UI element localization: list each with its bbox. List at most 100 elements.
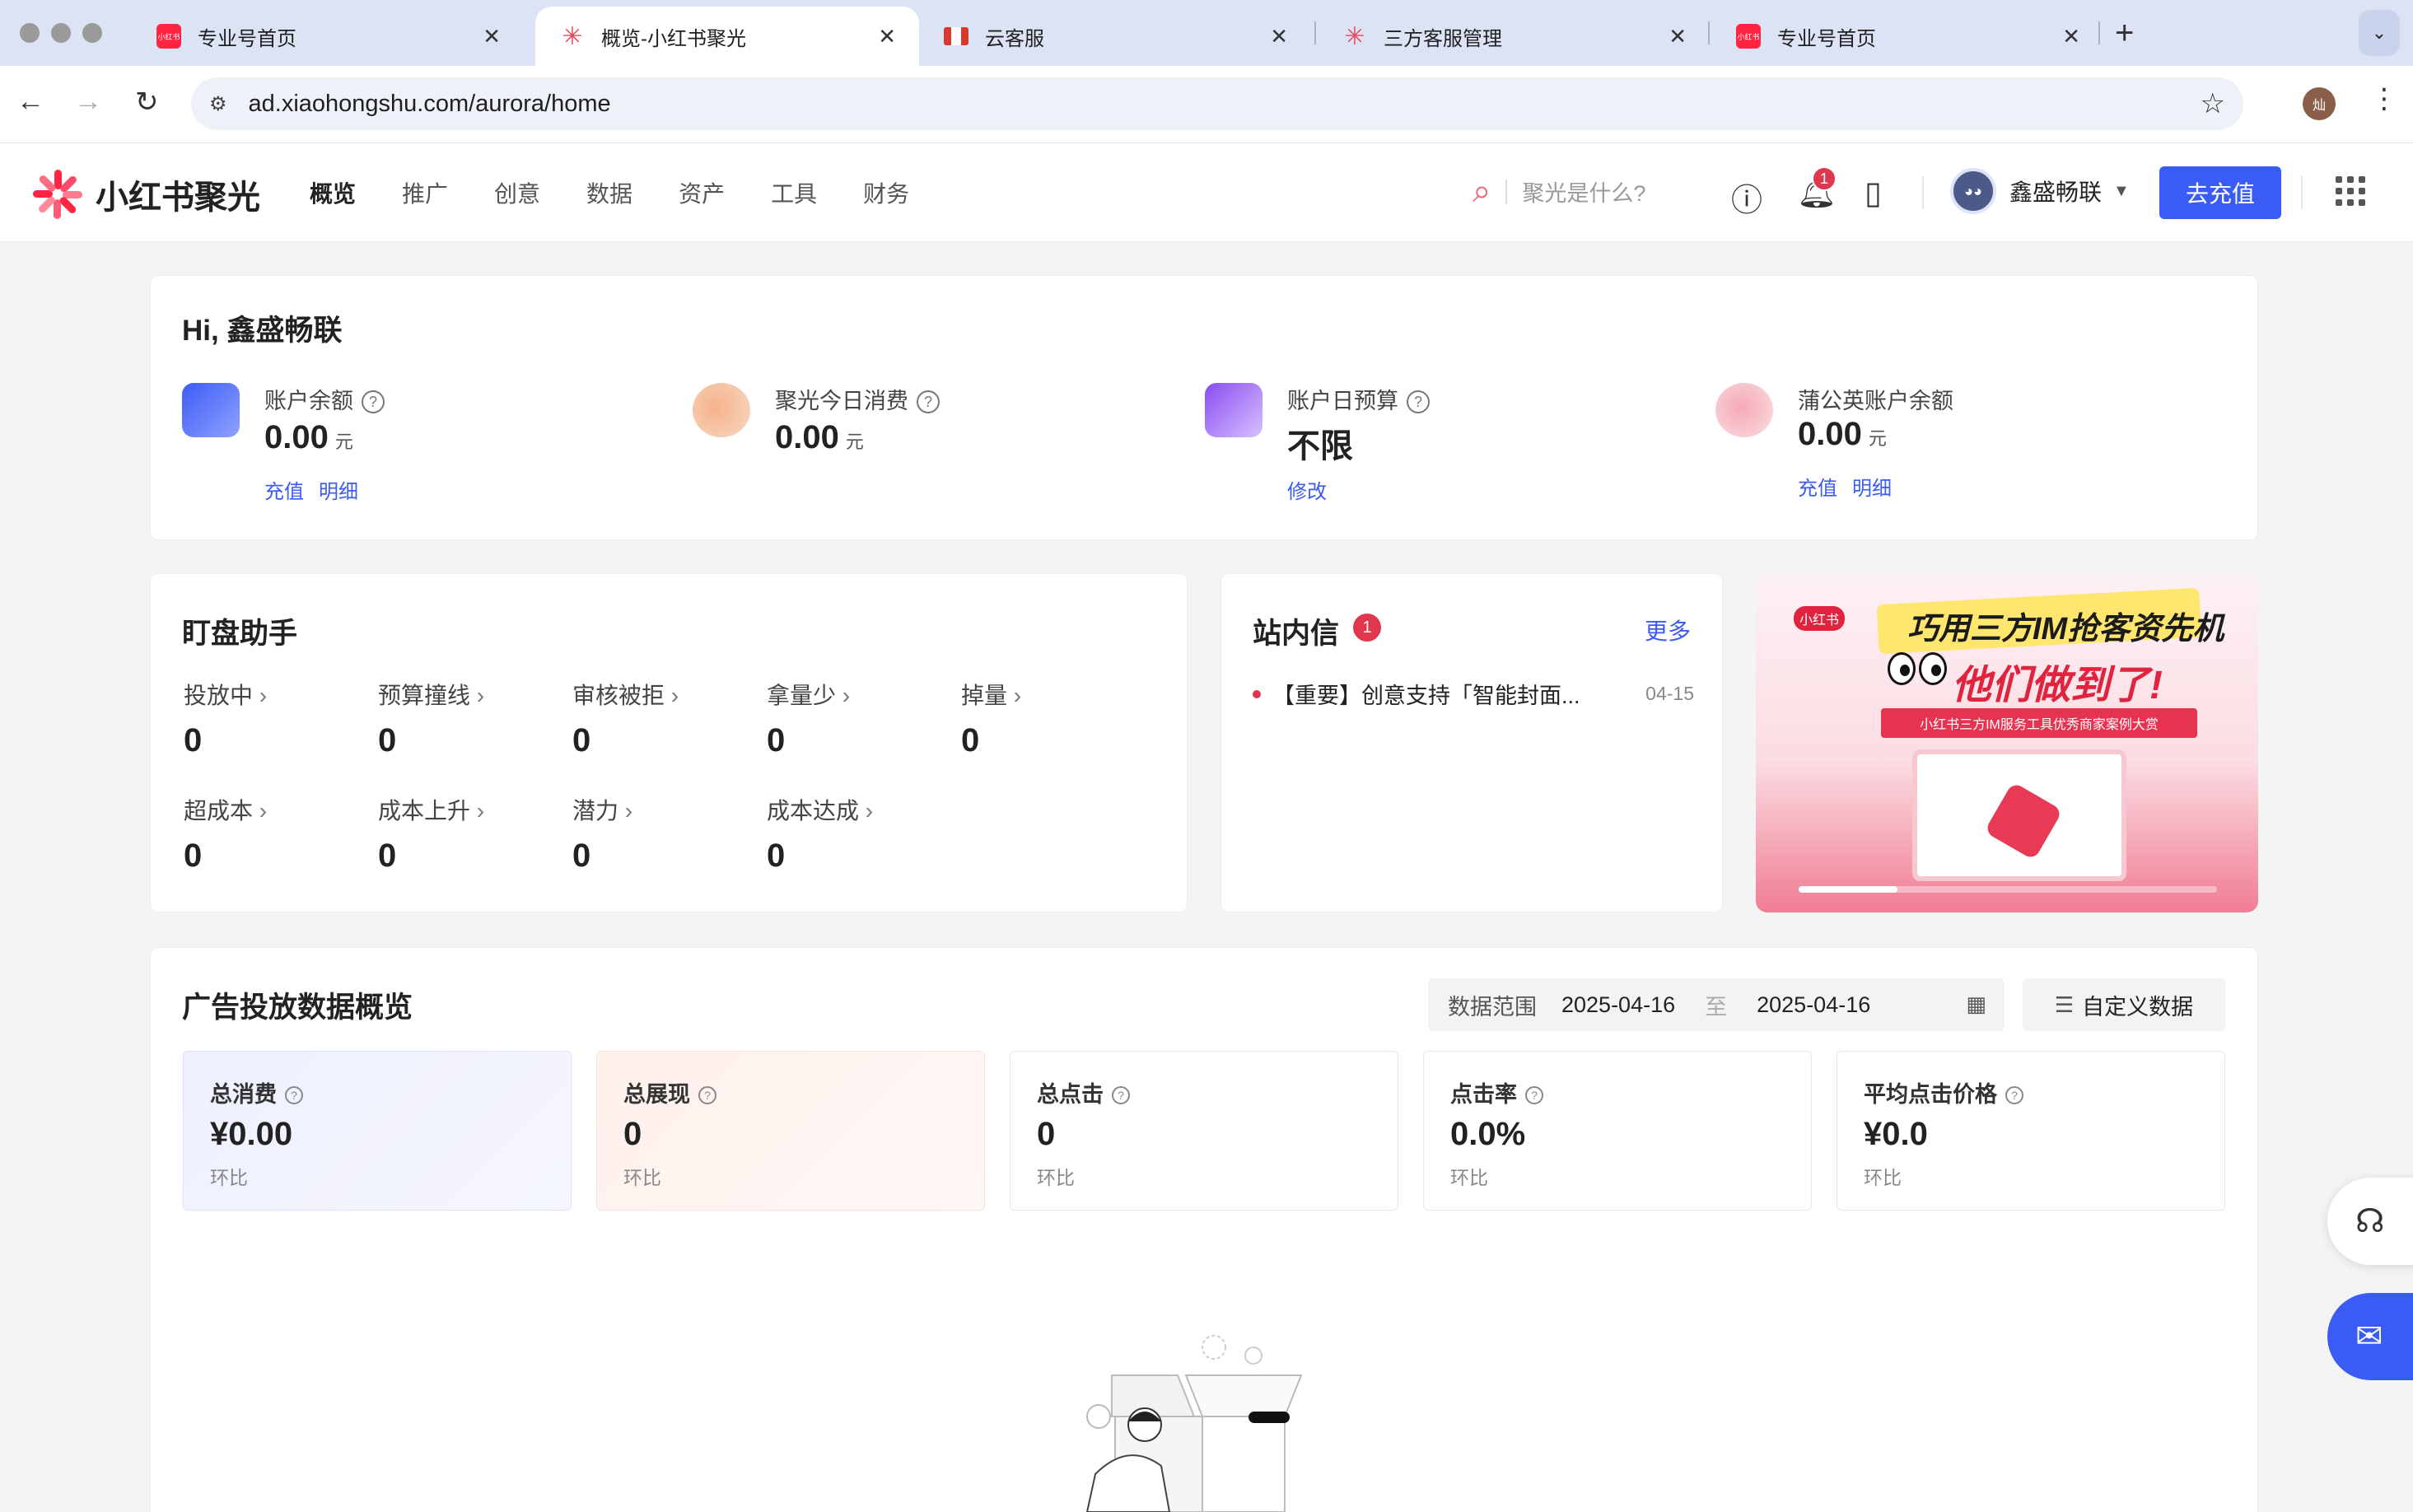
stat-label[interactable]: 成本达成 (767, 793, 948, 826)
new-tab-button[interactable]: + (2115, 15, 2134, 52)
stat-potential[interactable]: 潜力 0 (572, 793, 754, 875)
tab-title: 概览-小红书聚光 (601, 27, 746, 50)
stat-cost-achieved[interactable]: 成本达成 0 (767, 793, 948, 875)
window-zoom-button[interactable] (82, 23, 102, 43)
stat-low-volume[interactable]: 拿量少 0 (767, 678, 948, 759)
close-icon[interactable]: ✕ (1669, 24, 1687, 49)
stat-review-rejected[interactable]: 审核被拒 0 (572, 678, 754, 759)
stat-label[interactable]: 预算撞线 (378, 678, 559, 711)
help-circle-icon[interactable]: ? (285, 1086, 303, 1104)
window-minimize-button[interactable] (51, 23, 71, 43)
help-circle-icon[interactable]: ? (1525, 1086, 1543, 1104)
browser-tab[interactable]: ✳ 三方客服管理 ✕ (1318, 7, 1710, 66)
site-settings-icon[interactable]: ⚙ (209, 92, 227, 116)
calendar-icon[interactable]: ▦ (1966, 992, 1986, 1017)
help-circle-icon[interactable]: ? (1112, 1086, 1130, 1104)
nav-data[interactable]: 数据 (586, 176, 632, 209)
edit-budget-link[interactable]: 修改 (1287, 481, 1327, 503)
tab-search-button[interactable]: ⌄ (2359, 10, 2400, 56)
help-circle-icon[interactable]: ? (698, 1086, 716, 1104)
brand-logo[interactable]: 小红书聚光 (31, 168, 260, 221)
browser-menu-icon[interactable]: ⋮ (2370, 82, 2398, 115)
help-circle-icon[interactable]: ? (2005, 1086, 2023, 1104)
more-link[interactable]: 更多 (1645, 614, 1691, 646)
metric-label: 聚光今日消费 (775, 389, 908, 413)
range-separator: 至 (1705, 994, 1728, 1020)
message-title[interactable]: 【重要】创意支持「智能封面... (1272, 678, 1629, 710)
date-range-picker[interactable]: 数据范围 2025-04-16 至 2025-04-16 ▦ (1428, 978, 2005, 1031)
stat-budget-cap[interactable]: 预算撞线 0 (378, 678, 559, 759)
url-text[interactable]: ad.xiaohongshu.com/aurora/home (249, 91, 611, 118)
kpi-total-impressions[interactable]: 总展现? 0 环比 (596, 1051, 985, 1211)
kpi-ctr[interactable]: 点击率? 0.0% 环比 (1423, 1051, 1812, 1211)
stat-label[interactable]: 超成本 (184, 793, 365, 826)
start-date[interactable]: 2025-04-16 (1561, 992, 1675, 1018)
nav-finance[interactable]: 财务 (863, 176, 909, 209)
user-menu[interactable]: ◕◕ 鑫盛畅联 ▼ (1950, 168, 2130, 214)
stat-label[interactable]: 审核被拒 (572, 678, 754, 711)
detail-link[interactable]: 明细 (319, 481, 358, 503)
arrow-right-icon: → (74, 86, 102, 117)
arrow-left-icon: ← (16, 86, 44, 117)
brand-name: 小红书聚光 (96, 180, 260, 216)
kpi-total-spend[interactable]: 总消费? ¥0.00 环比 (183, 1051, 572, 1211)
stat-value: 0 (767, 722, 786, 758)
reload-button[interactable]: ↻ (135, 86, 159, 119)
close-icon[interactable]: ✕ (2062, 24, 2080, 49)
custom-data-label: 自定义数据 (2082, 994, 2194, 1020)
kpi-compare: 环比 (1450, 1167, 1488, 1188)
detail-link[interactable]: 明细 (1852, 478, 1892, 500)
kpi-avg-cpc[interactable]: 平均点击价格? ¥0.0 环比 (1837, 1051, 2225, 1211)
banner-tagline: 小红书三方IM服务工具优秀商家案例大赏 (1881, 708, 2197, 738)
browser-tab[interactable]: 小红书 专业号首页 ✕ (132, 7, 524, 66)
window-close-button[interactable] (20, 23, 40, 43)
stat-delivering[interactable]: 投放中 0 (184, 678, 365, 759)
nav-assets[interactable]: 资产 (679, 176, 725, 209)
browser-tab[interactable]: 小红书 专业号首页 ✕ (1711, 7, 2103, 66)
promo-banner[interactable]: 小红书 巧用三方IM抢客资先机 他们做到了! 小红书三方IM服务工具优秀商家案例… (1756, 573, 2258, 912)
help-circle-icon[interactable]: ? (917, 390, 940, 413)
stat-volume-drop[interactable]: 掉量 0 (961, 678, 1142, 759)
end-date[interactable]: 2025-04-16 (1757, 992, 1870, 1018)
address-bar[interactable]: ⚙ ad.xiaohongshu.com/aurora/home ☆ (191, 77, 2243, 130)
xiaohongshu-icon: 小红书 (1736, 24, 1761, 49)
search-placeholder[interactable]: 聚光是什么? (1522, 175, 1645, 208)
close-icon[interactable]: ✕ (1270, 24, 1288, 49)
stat-over-cost[interactable]: 超成本 0 (184, 793, 365, 875)
stat-cost-rising[interactable]: 成本上升 0 (378, 793, 559, 875)
tablet-icon[interactable]: ▯ (1865, 175, 1882, 212)
profile-avatar[interactable]: 灿 (2303, 87, 2336, 120)
browser-tab-active[interactable]: ✳ 概览-小红书聚光 ✕ (535, 7, 919, 66)
nav-overview[interactable]: 概览 (310, 176, 356, 209)
banner-subheadline: 他们做到了! (1952, 664, 2163, 707)
kpi-total-clicks[interactable]: 总点击? 0 环比 (1010, 1051, 1398, 1211)
monitor-assistant-card: 盯盘助手 投放中 0 预算撞线 0 审核被拒 0 拿量少 0 掉量 0 超成本 0 成本上升… (150, 573, 1188, 912)
nav-creative[interactable]: 创意 (494, 176, 540, 209)
browser-tab-bar: 小红书 专业号首页 ✕ ✳ 概览-小红书聚光 ✕ 云客服 ✕ ✳ 三方客服管理 … (0, 0, 2413, 66)
close-icon[interactable]: ✕ (878, 24, 896, 49)
browser-tab[interactable]: 云客服 ✕ (919, 7, 1311, 66)
help-circle-icon[interactable]: ? (1407, 390, 1430, 413)
recharge-button[interactable]: 去充值 (2159, 166, 2281, 219)
recharge-link[interactable]: 充值 (264, 481, 304, 503)
bookmark-star-icon[interactable]: ☆ (2201, 87, 2225, 120)
message-button[interactable]: ✉ (2327, 1293, 2413, 1380)
forward-button[interactable]: → (74, 86, 102, 118)
stat-label[interactable]: 潜力 (572, 793, 754, 826)
stat-label[interactable]: 掉量 (961, 678, 1142, 711)
list-item[interactable]: 【重要】创意支持「智能封面... 04-15 (1253, 678, 1694, 710)
customer-service-button[interactable]: ☊ (2327, 1178, 2413, 1265)
stat-label[interactable]: 投放中 (184, 678, 365, 711)
nav-promotion[interactable]: 推广 (402, 176, 448, 209)
header-search[interactable]: ⌕ 聚光是什么? (1473, 173, 1645, 210)
back-button[interactable]: ← (16, 86, 44, 118)
stat-label[interactable]: 拿量少 (767, 678, 948, 711)
recharge-link[interactable]: 充值 (1798, 478, 1837, 500)
nav-tools[interactable]: 工具 (771, 176, 817, 209)
close-icon[interactable]: ✕ (483, 24, 501, 49)
apps-grid-icon[interactable] (2336, 176, 2365, 206)
help-circle-icon[interactable]: ? (362, 390, 385, 413)
stat-label[interactable]: 成本上升 (378, 793, 559, 826)
help-icon[interactable]: ⓘ (1731, 175, 1762, 220)
custom-data-button[interactable]: ☰ 自定义数据 (2023, 978, 2225, 1031)
